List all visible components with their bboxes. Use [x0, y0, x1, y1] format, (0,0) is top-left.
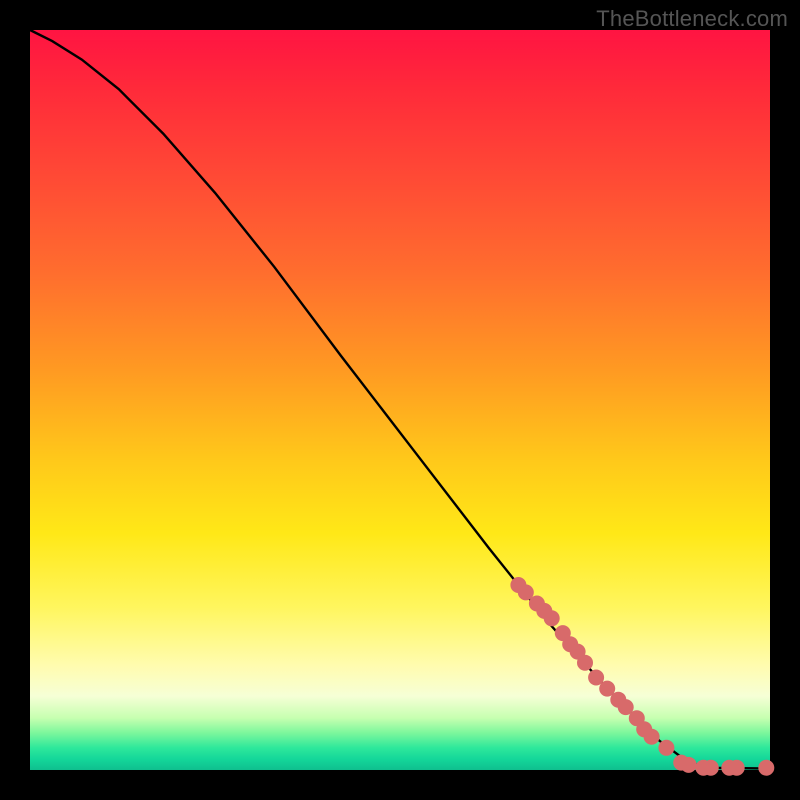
- data-marker: [644, 729, 660, 745]
- chart-overlay-svg: [30, 30, 770, 770]
- data-marker: [681, 757, 697, 773]
- data-marker: [758, 760, 774, 776]
- data-marker: [703, 760, 719, 776]
- plot-area: [30, 30, 770, 770]
- bottleneck-curve: [30, 30, 770, 769]
- data-marker: [544, 610, 560, 626]
- data-marker: [729, 760, 745, 776]
- watermark-text: TheBottleneck.com: [596, 6, 788, 32]
- data-marker: [577, 655, 593, 671]
- chart-frame: TheBottleneck.com: [0, 0, 800, 800]
- data-markers: [510, 577, 774, 776]
- data-marker: [658, 740, 674, 756]
